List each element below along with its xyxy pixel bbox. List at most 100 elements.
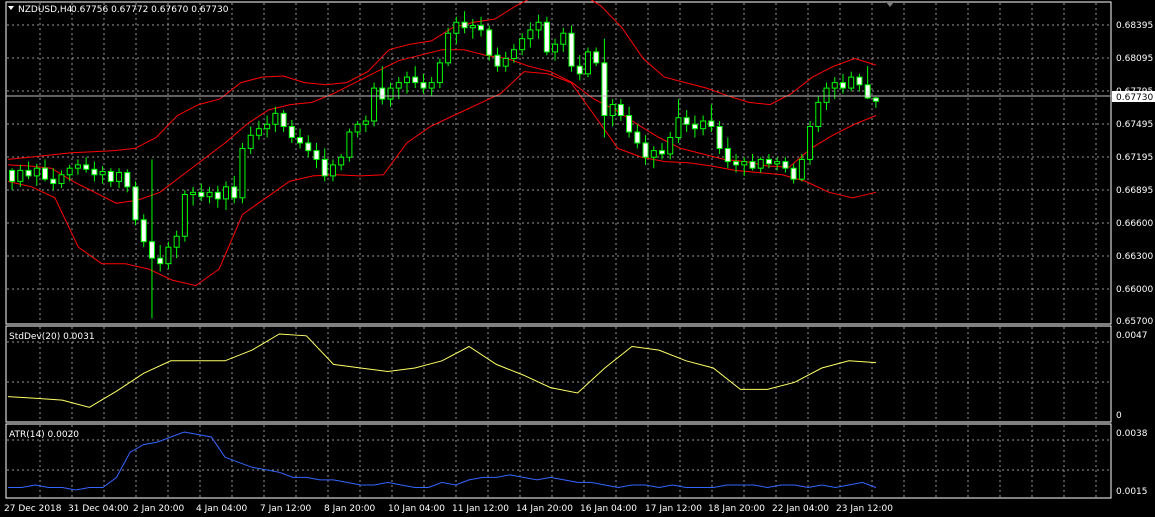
candle-body [691,123,698,130]
candle-body [683,117,690,125]
candle-body [798,158,805,180]
candle-body [214,191,221,200]
candle-body [223,186,229,200]
candle-body [148,241,155,259]
price-label: 0.66895 [1116,186,1153,196]
price-label: 0.67195 [1116,153,1153,163]
candle-body [190,191,197,196]
candle-body [132,186,139,221]
time-label: 27 Dec 2018 [4,504,62,514]
candle-body [848,76,855,89]
candle-body [313,150,320,160]
price-axis: 0.68395 0.68095 0.67795 0.67495 0.67195 … [1116,21,1153,327]
candle-body [469,25,476,29]
time-label: 14 Jan 20:00 [516,504,573,514]
candle-body [626,115,633,133]
candle-body [371,87,378,122]
chart-window[interactable]: NZDUSD,H4 0.67756 0.67772 0.67670 0.6773… [0,0,1155,517]
candle-body [790,167,797,180]
candle-body [91,168,98,176]
candle-body [140,219,147,243]
candle-body [749,161,756,169]
candle-body [362,120,369,125]
atr-panel[interactable] [5,423,1112,499]
candle-body [66,167,73,176]
candle-body [346,131,353,158]
candle-body [198,191,205,198]
time-label: 16 Jan 04:00 [580,504,637,514]
candle-body [239,147,246,199]
candle-body [50,178,57,185]
candle-body [552,43,559,53]
time-label: 17 Jan 12:00 [645,504,702,514]
candle-body [58,174,65,185]
candle-body [321,158,328,177]
candle-body [379,87,386,100]
candle-body [297,136,304,144]
candle-body [338,156,345,166]
candle-body [206,191,213,198]
candle-body [568,32,575,67]
candle-body [774,161,781,165]
candle-body [733,161,740,166]
candle-body [839,82,846,89]
candle-body [765,158,772,165]
candle-body [231,186,238,199]
candle-body [708,120,715,127]
candle-body [510,49,517,59]
price-label: 0.66300 [1116,252,1153,262]
candle-body [403,76,410,84]
candle-body [33,167,40,177]
candle-body [815,101,822,128]
time-label: 2 Jan 20:00 [133,504,185,514]
candle-body [807,126,814,160]
candle-body [831,82,838,89]
candle-body [617,104,624,117]
candle-body [387,87,394,100]
candle-body [412,76,419,84]
candle-body [288,126,295,138]
candle-body [543,21,550,53]
price-label: 0.67495 [1116,120,1153,130]
candle-body [823,87,830,103]
time-label: 31 Dec 04:00 [68,504,129,514]
symbol-label: NZDUSD,H4 [18,5,73,15]
candle-body [436,62,443,84]
candle-body [181,194,188,237]
candle-body [724,147,731,163]
candle-body [519,38,526,51]
candle-body [17,169,24,182]
candle-body [255,128,262,136]
candle-body [247,134,254,149]
price-label: 0.68095 [1116,54,1153,64]
candle-body [757,158,764,169]
stddev-panel[interactable] [5,325,1112,423]
candle-body [116,172,123,182]
candle-body [445,32,452,64]
stddev-scale-min: 0 [1116,411,1122,421]
candle-body [716,126,723,149]
candle-body [74,164,81,169]
candle-body [354,123,361,133]
main-price-panel[interactable] [5,1,1112,325]
candle-body [576,65,583,75]
time-label: 7 Jan 12:00 [260,504,312,514]
candle-body [700,120,707,130]
candle-body [535,21,542,31]
time-label: 18 Jan 20:00 [708,504,765,514]
candle-body [527,29,534,40]
time-label: 22 Jan 04:00 [772,504,829,514]
candle-body [601,62,608,117]
candle-body [305,142,312,152]
stddev-label: StdDev(20) 0.0031 [9,332,95,342]
candle-body [272,112,279,125]
candle-body [494,54,501,67]
candle-body [428,82,435,89]
price-label: 0.65700 [1116,317,1153,327]
atr-scale-max: 0.0038 [1116,429,1148,439]
candle-body [675,117,682,138]
candle-body [741,161,748,166]
candle-body [264,123,271,130]
candle-body [782,161,789,169]
candle-body [124,172,131,188]
